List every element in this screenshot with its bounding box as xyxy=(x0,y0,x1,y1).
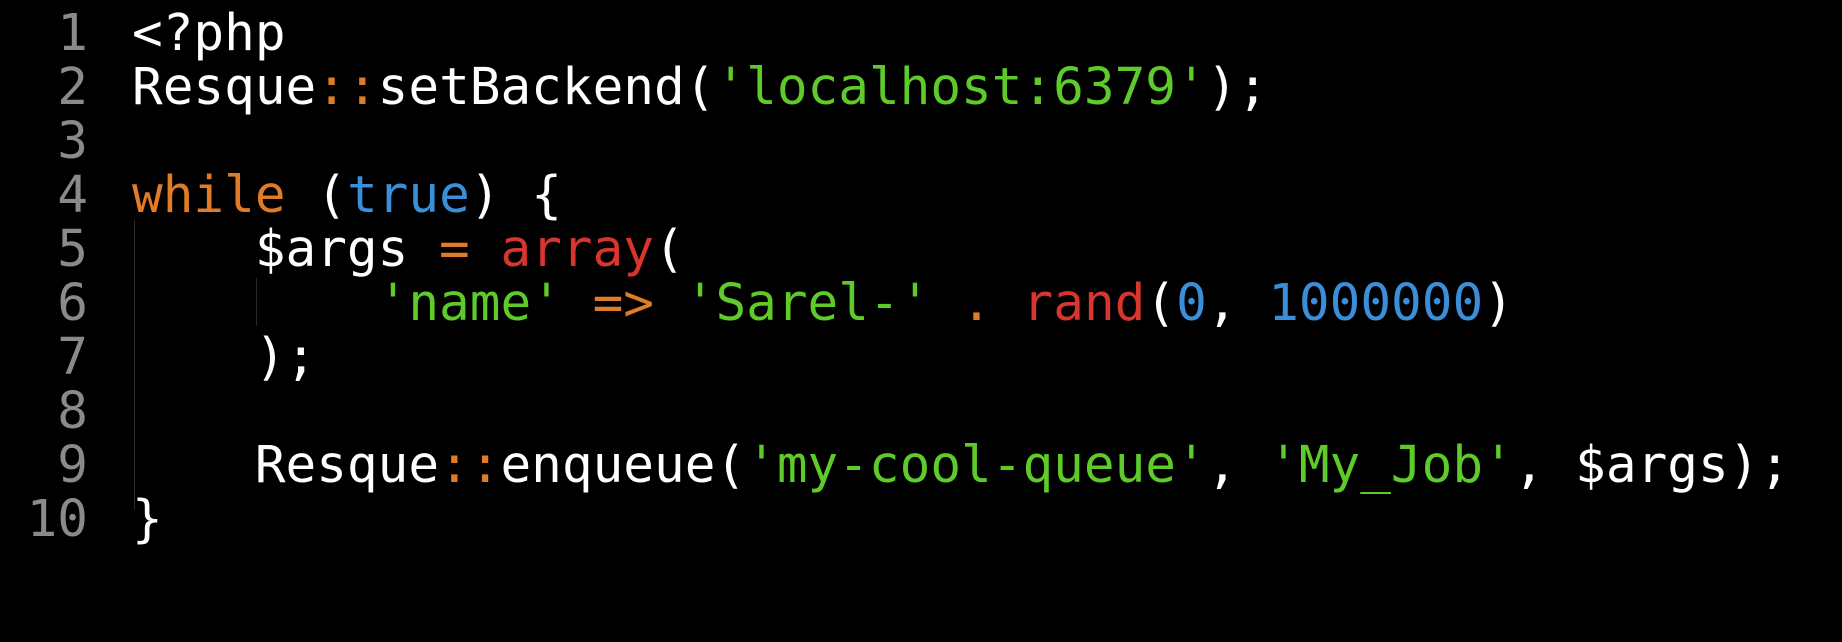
code-token: 'my-cool-queue' xyxy=(746,436,1207,495)
code-token: 'My_Job' xyxy=(1268,436,1514,495)
code-token: 0 xyxy=(1176,274,1207,333)
code-editor[interactable]: 1 <?php 2 Resque::setBackend('localhost:637… xyxy=(0,0,1842,642)
code-token: 'localhost:6379' xyxy=(715,58,1207,117)
code-token: ) xyxy=(1483,274,1514,333)
code-token: ( xyxy=(1145,274,1177,333)
line-number: 10 xyxy=(26,490,88,549)
code-token: enqueue( xyxy=(500,436,747,495)
code-token: ( xyxy=(285,166,347,225)
code-token: <?php xyxy=(132,4,286,63)
code-token: true xyxy=(346,166,470,225)
code-token: Resque xyxy=(132,436,440,495)
code-token: = xyxy=(439,220,470,279)
code-token: , xyxy=(1206,436,1269,495)
code-token: $args xyxy=(132,220,440,279)
code-token: 'Sarel-' xyxy=(684,274,931,333)
code-token: ); xyxy=(132,328,317,387)
code-token: Resque xyxy=(132,58,317,117)
code-token: . xyxy=(961,274,992,333)
code-token: while xyxy=(132,166,286,225)
code-token: :: xyxy=(439,436,501,495)
code-token: ( xyxy=(654,220,685,279)
code-token: ); xyxy=(1206,58,1269,117)
code-token: 'name' xyxy=(377,274,562,333)
code-token: , $args); xyxy=(1513,436,1791,495)
code-token: , xyxy=(1206,274,1269,333)
code-token: :: xyxy=(316,58,378,117)
code-token: ) { xyxy=(469,166,562,225)
code-token: setBackend( xyxy=(377,58,716,117)
code-text: } xyxy=(132,488,163,552)
code-line[interactable]: 10} xyxy=(0,488,1842,552)
code-token: => xyxy=(592,274,655,333)
code-token: } xyxy=(132,490,163,549)
code-token: rand xyxy=(1022,274,1146,333)
code-token: array xyxy=(500,220,655,279)
code-token: 1000000 xyxy=(1268,274,1484,333)
